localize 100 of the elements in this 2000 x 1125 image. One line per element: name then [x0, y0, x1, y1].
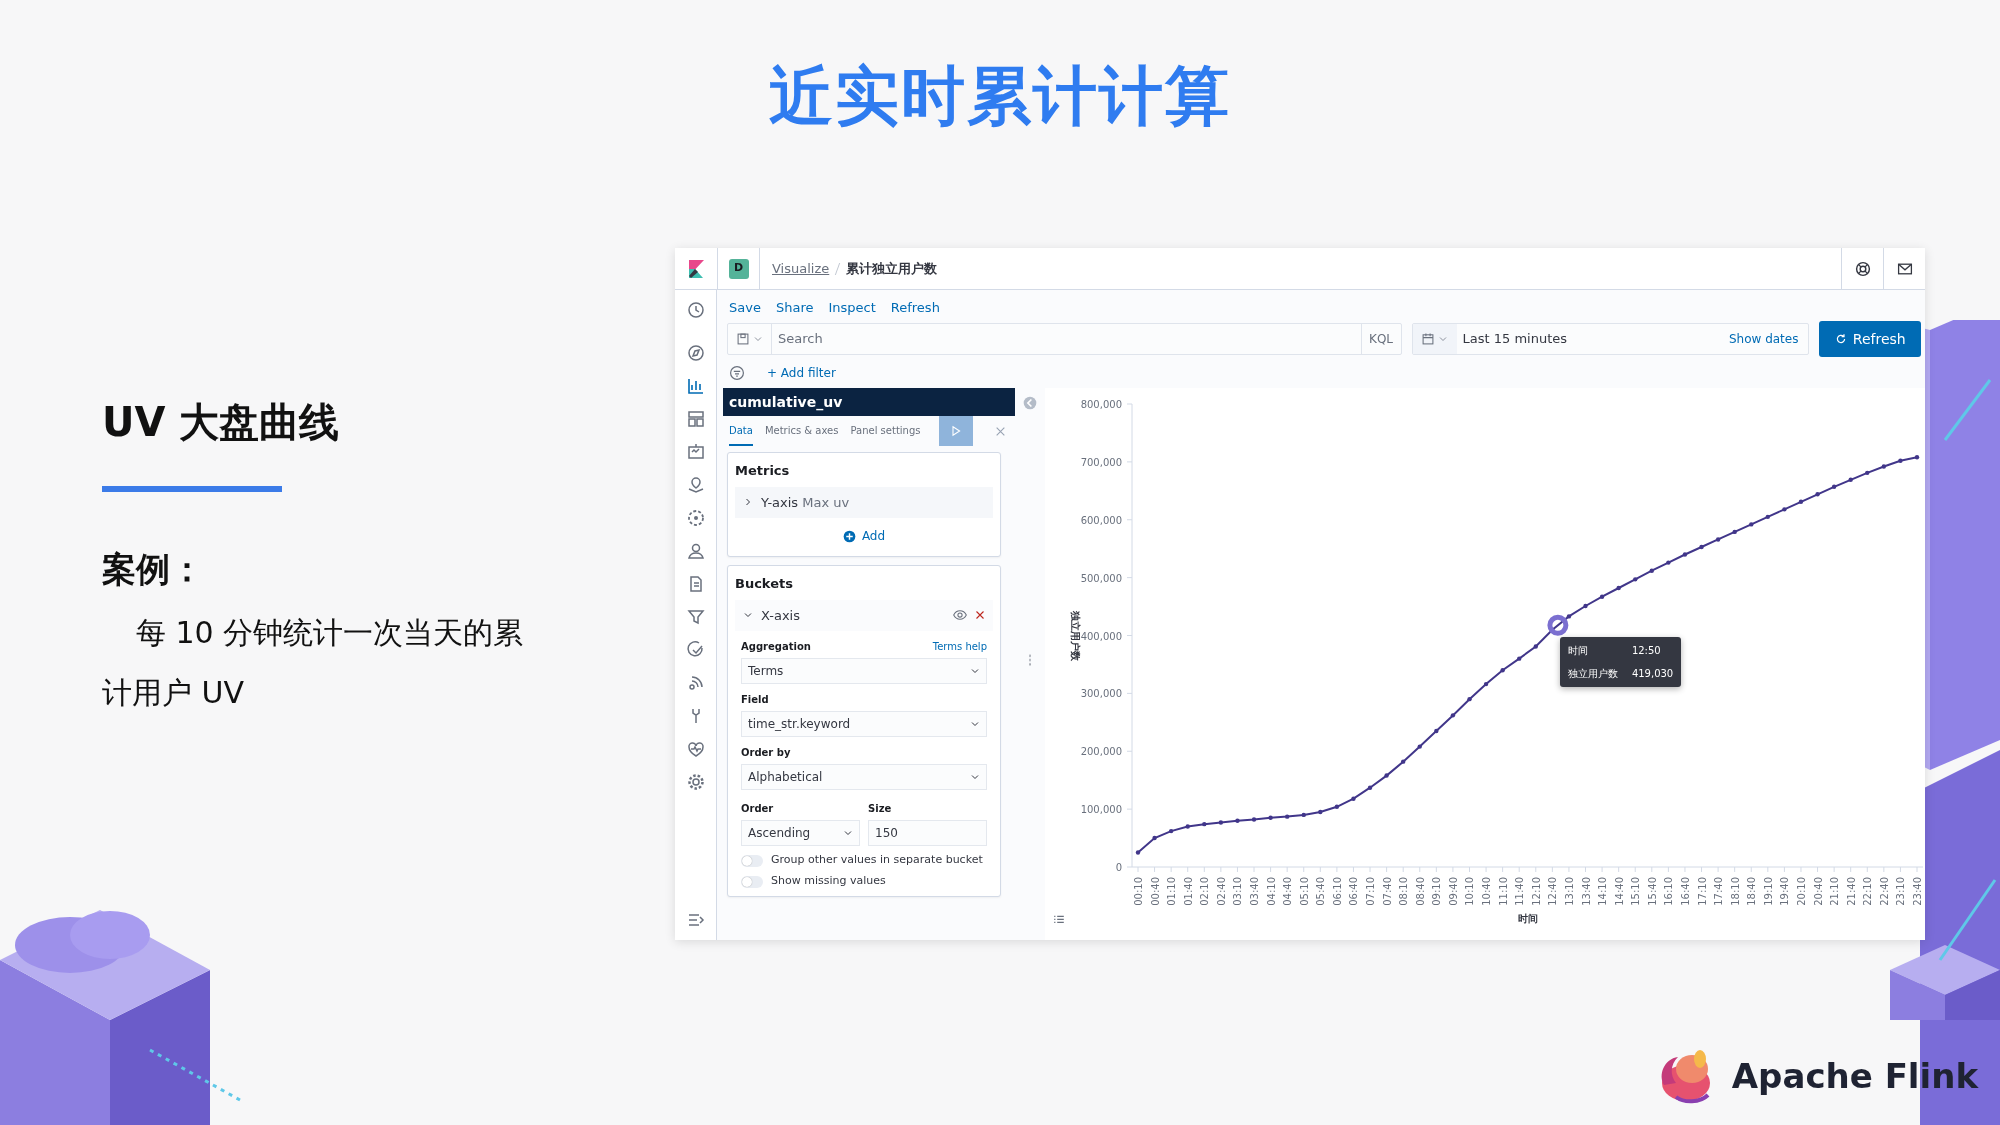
tick-label: 01:40 [1182, 877, 1194, 906]
tick-label: 12:40 [1547, 877, 1559, 906]
data-point [1284, 814, 1290, 819]
card-title: Buckets [735, 575, 793, 593]
field-label: Size [868, 802, 892, 816]
toggle-label: Group other values in separate bucket [771, 854, 983, 866]
tick-label: 200,000 [1080, 746, 1122, 758]
tooltip-value: 12:50 [1631, 644, 1662, 659]
tick-label: 02:10 [1199, 877, 1211, 906]
menu-link[interactable]: Save [729, 298, 761, 318]
bar-chart-icon[interactable] [685, 376, 706, 396]
easel-icon[interactable] [685, 442, 706, 462]
order-by-select[interactable]: Alphabetical [741, 764, 987, 790]
data-point [1914, 455, 1920, 460]
help-link[interactable]: Terms help [932, 639, 987, 654]
tick-label: 11:40 [1514, 877, 1526, 906]
heart-icon[interactable] [685, 739, 706, 759]
play-icon [950, 425, 962, 437]
field-label: Aggregation [741, 640, 811, 654]
add-button[interactable]: Add [836, 526, 892, 546]
data-point [1268, 815, 1273, 820]
tick-label: 01:10 [1166, 877, 1178, 906]
data-point [1765, 514, 1771, 520]
compass-icon[interactable] [685, 343, 706, 363]
toggle-switch[interactable] [741, 855, 763, 867]
data-point [1699, 544, 1704, 550]
tab[interactable]: Data [729, 416, 753, 446]
tick-label: 23:40 [1912, 877, 1923, 906]
tab[interactable]: Panel settings [850, 416, 921, 446]
query-language-button[interactable]: KQL [1360, 324, 1401, 354]
metric-row[interactable]: Y-axis Max uv [735, 486, 993, 518]
refresh-button[interactable]: Refresh [1819, 321, 1921, 357]
field-label: Order [741, 802, 774, 816]
date-quick-menu-button[interactable] [1412, 324, 1457, 354]
tick-label: 00:40 [1149, 877, 1161, 906]
data-point [1351, 796, 1356, 801]
gear-icon[interactable] [685, 772, 706, 792]
help-icon[interactable] [1854, 260, 1871, 277]
dotted-circle-icon[interactable] [685, 508, 706, 528]
menu-link[interactable]: Refresh [890, 298, 940, 318]
person-icon[interactable] [685, 541, 706, 561]
toggle-switch[interactable] [741, 876, 763, 888]
data-point [1185, 824, 1190, 829]
visualization-title: cumulative_uv [723, 388, 1015, 416]
tick-label: 09:10 [1431, 877, 1443, 906]
tick-label: 08:40 [1414, 877, 1426, 906]
tick-label: 800,000 [1080, 399, 1122, 410]
tick-label: 06:10 [1331, 877, 1343, 906]
field-select[interactable]: time_str.keyword [741, 711, 987, 737]
tick-label: 05:40 [1315, 877, 1327, 906]
logo-icon[interactable] [686, 258, 706, 279]
tooltip-value: 419,030 [1631, 667, 1674, 682]
data-point [1500, 668, 1505, 673]
add-filter-link[interactable]: + Add filter [767, 364, 836, 382]
space-badge[interactable]: D [728, 258, 749, 279]
size-field[interactable]: 150 [868, 820, 987, 846]
menu-link[interactable]: Inspect [828, 298, 876, 318]
tick-label: 03:40 [1249, 877, 1260, 906]
tick-label: 20:10 [1796, 877, 1807, 906]
tooltip-label: 独立用户数 [1567, 667, 1618, 682]
data-point [1135, 850, 1141, 855]
data-point [1666, 560, 1671, 565]
search-bar[interactable]: Search KQL [727, 323, 1402, 355]
legend-toggle-icon[interactable] [1053, 914, 1065, 926]
breadcrumb-link[interactable]: Visualize [772, 258, 830, 279]
funnel-icon[interactable] [685, 607, 706, 627]
tick-label: 0 [1115, 862, 1122, 873]
data-point [1633, 577, 1638, 582]
data-point [1235, 818, 1240, 823]
show-dates-button[interactable]: Show dates [1718, 324, 1809, 354]
order-select[interactable]: Ascending [741, 820, 860, 846]
chevron-down-icon [970, 719, 980, 729]
aggregation-select[interactable]: Terms [741, 658, 987, 684]
bucket-row[interactable]: X-axis [735, 599, 993, 631]
tick-label: 15:40 [1646, 877, 1658, 906]
axis-title: 独立用户数 [1070, 610, 1081, 661]
close-icon[interactable] [975, 610, 985, 621]
tick-label: 16:40 [1679, 877, 1691, 906]
eye-icon[interactable] [953, 608, 967, 623]
section-heading: UV 大盘曲线 [102, 398, 340, 446]
clock-icon[interactable] [685, 300, 706, 320]
tick-label: 14:40 [1613, 877, 1625, 906]
chevron-right-icon[interactable] [743, 497, 753, 508]
tick-label: 07:10 [1365, 877, 1377, 906]
data-point [1649, 568, 1654, 573]
search-field[interactable]: Search [772, 324, 1361, 354]
data-point [1417, 744, 1422, 749]
layout-icon[interactable] [685, 409, 706, 429]
toggle-label: Show missing values [771, 875, 886, 887]
tab[interactable]: Metrics & axes [764, 416, 839, 446]
data-point [1251, 817, 1257, 822]
data-point [1384, 773, 1389, 778]
data-point [1616, 585, 1621, 591]
data-point [1401, 759, 1406, 764]
filter-icon[interactable] [729, 365, 745, 381]
slide-title: 近实时累计计算 [769, 58, 1231, 135]
chevron-down-icon [843, 828, 853, 838]
close-icon [994, 425, 1006, 437]
chevron-down-icon [970, 666, 980, 676]
menu-link[interactable]: Share [775, 298, 814, 318]
